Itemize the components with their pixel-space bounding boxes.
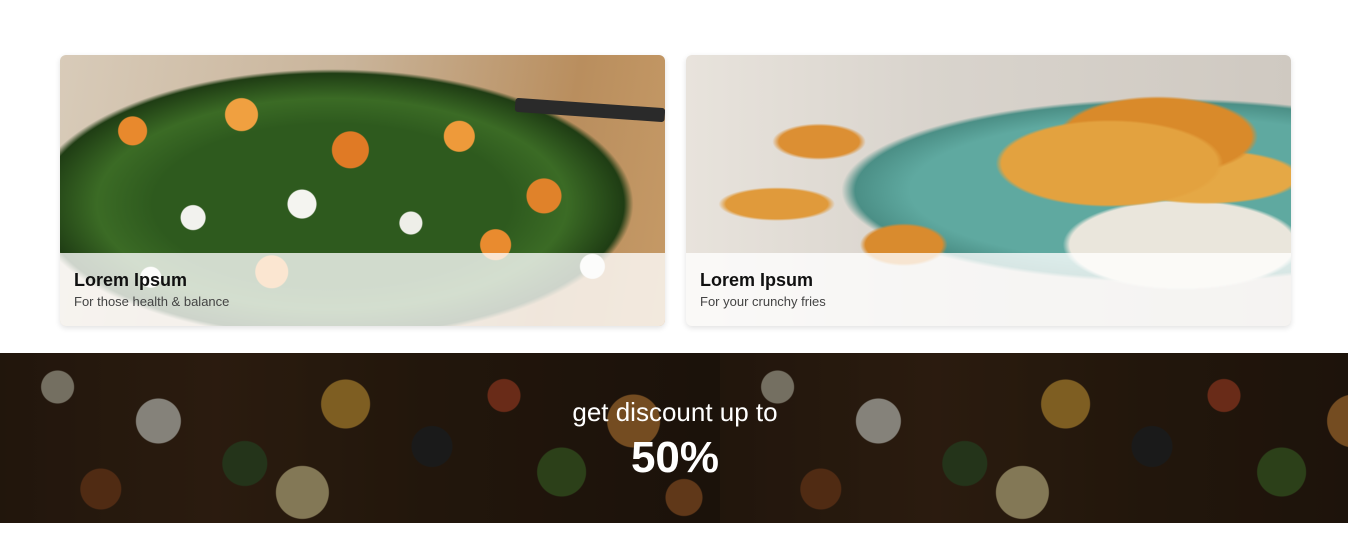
discount-banner[interactable]: get discount up to 50%: [0, 353, 1348, 523]
banner-headline: get discount up to: [572, 397, 778, 427]
category-cards: Lorem Ipsum For those health & balance L…: [60, 55, 1291, 326]
category-card-salad[interactable]: Lorem Ipsum For those health & balance: [60, 55, 665, 326]
category-card-fries[interactable]: Lorem Ipsum For your crunchy fries: [686, 55, 1291, 326]
card-title: Lorem Ipsum: [74, 270, 188, 290]
card-caption: Lorem Ipsum For those health & balance: [60, 253, 665, 326]
card-title: Lorem Ipsum: [700, 270, 814, 290]
card-subtitle: For those health & balance: [74, 294, 230, 309]
card-subtitle: For your crunchy fries: [700, 294, 826, 309]
banner-discount-value: 50%: [630, 433, 720, 482]
card-caption: Lorem Ipsum For your crunchy fries: [686, 253, 1291, 326]
